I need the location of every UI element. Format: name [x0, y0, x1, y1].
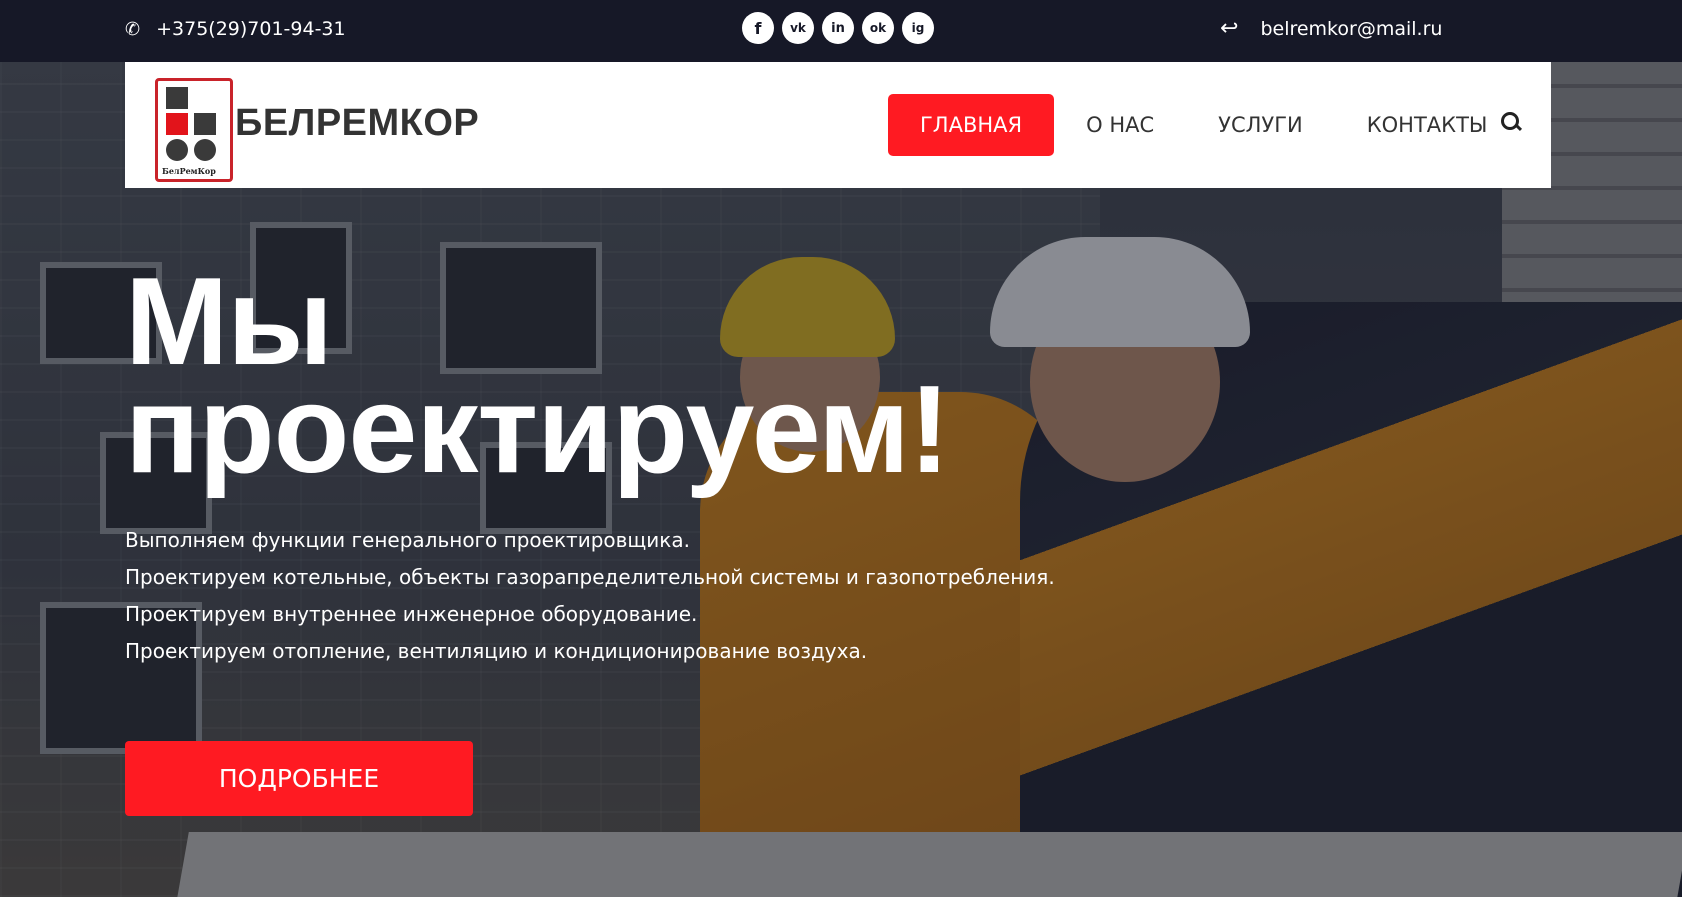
site-header: БелРемКор БЕЛРЕМКОР ГЛАВНАЯ О НАС УСЛУГИ… [125, 62, 1551, 188]
brand-name[interactable]: БЕЛРЕМКОР [235, 102, 479, 145]
hero-headline: Мы проектируем! [125, 253, 950, 499]
social-links: f vk in ok ig [742, 12, 934, 44]
vk-icon[interactable]: vk [782, 12, 814, 44]
email-address[interactable]: belremkor@mail.ru [1260, 18, 1442, 40]
reply-icon: ↩ [1220, 16, 1239, 41]
phone-number[interactable]: +375(29)701-94-31 [156, 18, 346, 40]
description-line: Проектируем отопление, вентиляцию и конд… [125, 639, 868, 663]
main-nav: ГЛАВНАЯ О НАС УСЛУГИ КОНТАКТЫ [888, 94, 1519, 156]
details-button[interactable]: ПОДРОБНЕЕ [125, 741, 473, 816]
linkedin-icon[interactable]: in [822, 12, 854, 44]
search-icon[interactable] [1501, 112, 1519, 130]
phone-contact[interactable]: ✆ +375(29)701-94-31 [125, 18, 346, 40]
email-contact[interactable]: ↩ belremkor@mail.ru [1220, 16, 1442, 41]
phone-icon: ✆ [125, 18, 141, 40]
top-bar: ✆ +375(29)701-94-31 f vk in ok ig ↩ belr… [0, 0, 1682, 62]
headline-line-1: Мы [125, 253, 333, 391]
description-line: Проектируем котельные, объекты газорапре… [125, 565, 1055, 589]
description-line: Проектируем внутреннее инженерное оборуд… [125, 602, 698, 626]
logo-text: БелРемКор [162, 166, 216, 176]
instagram-icon[interactable]: ig [902, 12, 934, 44]
description-line: Выполняем функции генерального проектиро… [125, 528, 690, 552]
nav-services[interactable]: УСЛУГИ [1186, 94, 1335, 156]
odnoklassniki-icon[interactable]: ok [862, 12, 894, 44]
hero-description: Выполняем функции генерального проектиро… [125, 526, 1055, 674]
logo[interactable]: БелРемКор [155, 78, 233, 182]
nav-about[interactable]: О НАС [1054, 94, 1186, 156]
headline-line-2: проектируем! [125, 361, 950, 499]
facebook-icon[interactable]: f [742, 12, 774, 44]
nav-contacts[interactable]: КОНТАКТЫ [1335, 94, 1520, 156]
nav-home[interactable]: ГЛАВНАЯ [888, 94, 1055, 156]
